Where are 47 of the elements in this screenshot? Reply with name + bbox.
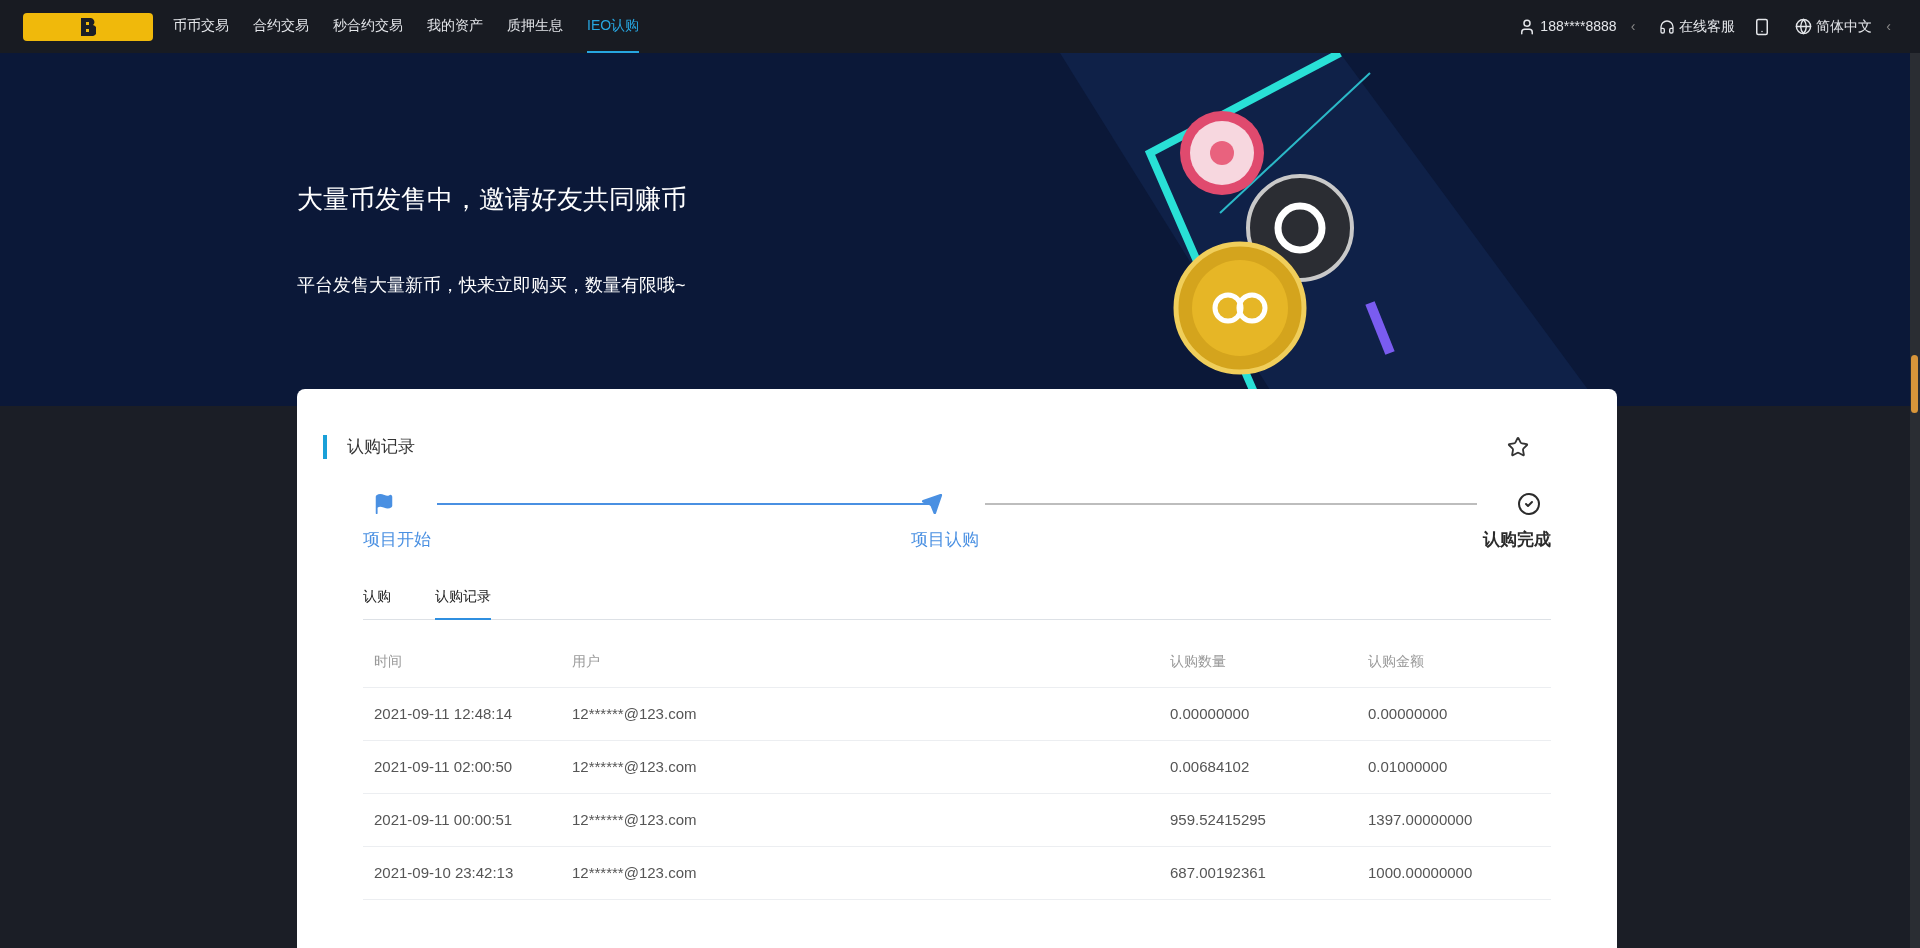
banner-subtitle: 平台发售大量新币，快来立即购买，数量有限哦~ [297, 274, 687, 297]
caret-icon[interactable]: ‹ [1886, 16, 1891, 37]
table-cell: 12******@123.com [561, 846, 1159, 900]
table-cell: 1397.00000000 [1357, 793, 1551, 847]
accent-bar [323, 435, 327, 459]
column-header: 用户 [561, 635, 1159, 688]
nav-tab[interactable]: 币币交易 [173, 0, 229, 53]
tab[interactable]: 认购 [363, 580, 391, 620]
table-cell: 2021-09-11 02:00:50 [363, 740, 561, 794]
language-selector[interactable]: 简体中文 [1816, 16, 1873, 37]
table-cell: 2021-09-11 00:00:51 [363, 793, 561, 847]
star-icon[interactable] [1507, 436, 1529, 458]
logo[interactable] [23, 12, 153, 41]
step-label: 项目开始 [363, 529, 431, 551]
paper-plane-icon [921, 493, 943, 515]
step-label: 认购完成 [1483, 529, 1551, 551]
column-header: 认购数量 [1159, 635, 1357, 688]
online-support-link[interactable]: 在线客服 [1679, 16, 1736, 37]
table-cell: 0.00000000 [1357, 687, 1551, 741]
table-cell: 687.00192361 [1159, 846, 1357, 900]
table-cell: 0.00684102 [1159, 740, 1357, 794]
table-cell: 2021-09-10 23:42:13 [363, 846, 561, 900]
check-circle-icon [1517, 492, 1541, 516]
table-cell: 12******@123.com [561, 740, 1159, 794]
step-label: 项目认购 [911, 529, 979, 551]
globe-icon [1795, 18, 1813, 35]
column-header: 认购金额 [1357, 635, 1551, 688]
banner-title: 大量币发售中，邀请好友共同赚币 [297, 186, 688, 212]
table-cell: 12******@123.com [561, 687, 1159, 741]
flag-icon [373, 493, 395, 515]
table-cell: 1000.00000000 [1357, 846, 1551, 900]
table-cell: 959.52415295 [1159, 793, 1357, 847]
tab[interactable]: 认购记录 [435, 580, 491, 620]
table-cell: 12******@123.com [561, 793, 1159, 847]
table-cell: 0.00000000 [1159, 687, 1357, 741]
user-account[interactable]: 188****8888 [1540, 16, 1617, 37]
caret-icon[interactable]: ‹ [1630, 16, 1636, 37]
card-title: 认购记录 [347, 436, 415, 459]
column-header: 时间 [363, 635, 561, 688]
table-cell: 0.01000000 [1357, 740, 1551, 794]
logo-letter-icon [80, 17, 96, 36]
nav-tab[interactable]: 质押生息 [507, 0, 563, 53]
table-cell: 2021-09-11 12:48:14 [363, 687, 561, 741]
headset-icon [1659, 18, 1676, 35]
nav-tab[interactable]: 我的资产 [427, 0, 483, 53]
nav-tab[interactable]: 合约交易 [253, 0, 309, 53]
nav-tab[interactable]: 秒合约交易 [333, 0, 403, 53]
